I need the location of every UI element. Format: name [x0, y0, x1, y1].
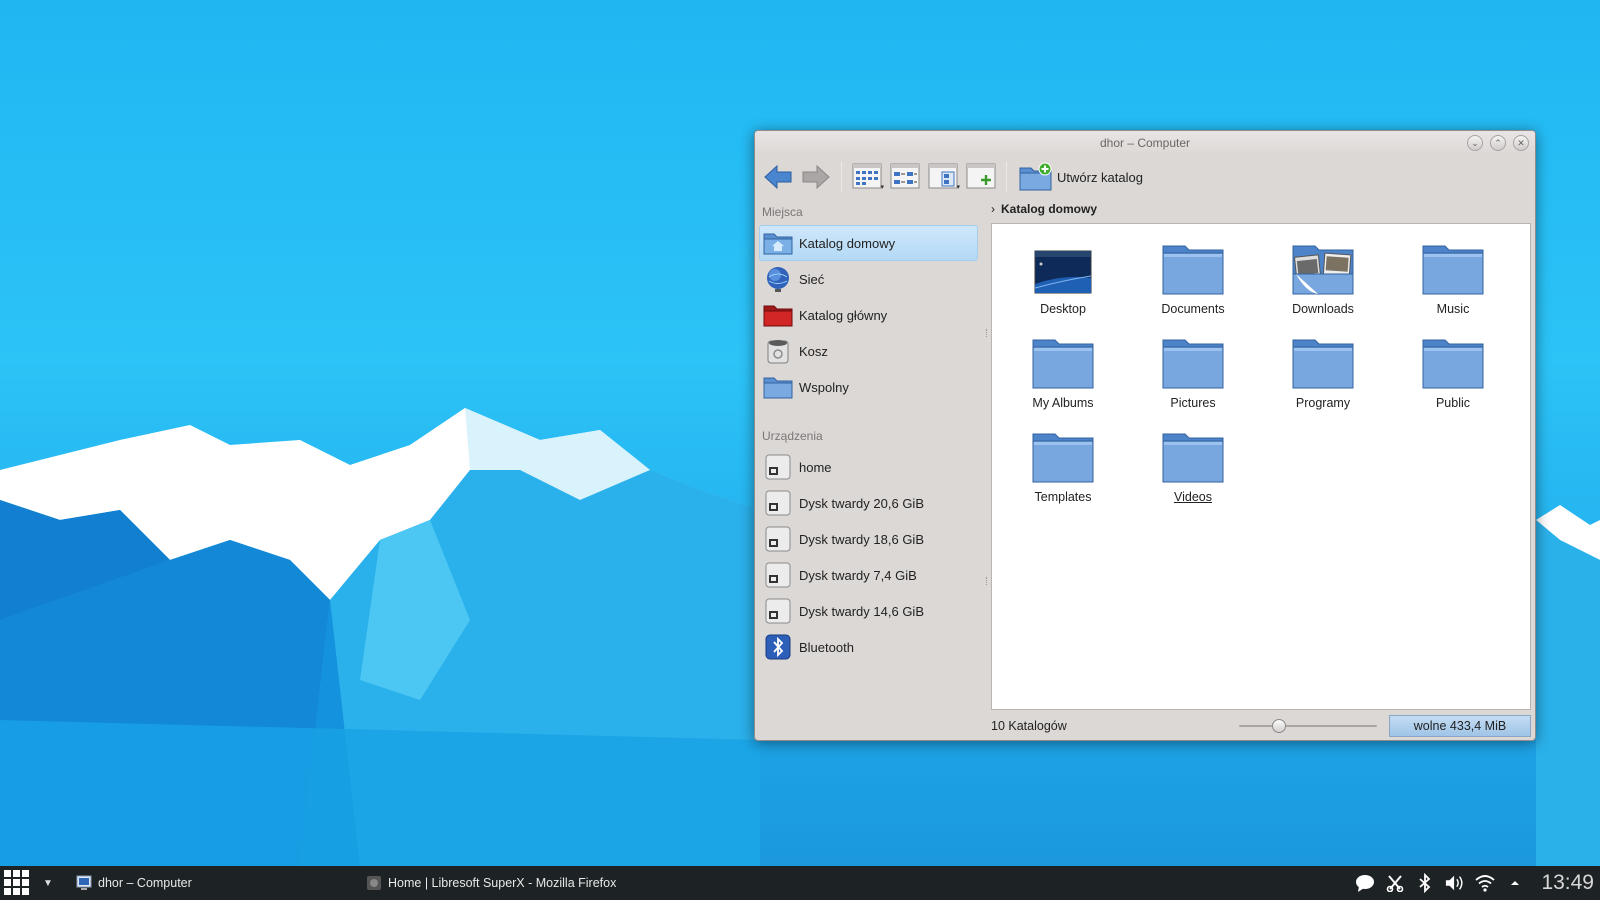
chevron-right-icon[interactable]: › [991, 202, 995, 216]
folder-icon [1291, 332, 1355, 390]
window-title: dhor – Computer [1099, 136, 1191, 150]
place-katalog-domowy[interactable]: Katalog domowy [759, 225, 978, 261]
device-home[interactable]: home [759, 449, 978, 485]
file-item-my-albums[interactable]: My Albums [998, 332, 1128, 426]
home-folder-icon [763, 228, 793, 258]
bluetooth-icon [763, 632, 793, 662]
window-titlebar[interactable]: dhor – Computer ⌄ ⌃ ✕ [755, 131, 1535, 155]
folder-icon [763, 372, 793, 402]
folder-icon [1161, 238, 1225, 296]
close-icon[interactable]: ✕ [1513, 135, 1529, 151]
file-item-desktop[interactable]: Desktop [998, 238, 1128, 332]
task-firefox[interactable]: Home | Libresoft SuperX - Mozilla Firefo… [366, 866, 616, 900]
folder-icon [1421, 332, 1485, 390]
place-wspolny[interactable]: Wspolny [759, 369, 978, 405]
desktop-folder-icon [1031, 238, 1095, 296]
clock[interactable]: 13:49 [1541, 871, 1594, 895]
network-globe-icon [763, 264, 793, 294]
tray-expand-icon[interactable] [1505, 873, 1525, 893]
file-item-downloads[interactable]: Downloads [1258, 238, 1388, 332]
file-item-videos[interactable]: Videos [1128, 426, 1258, 520]
folder-icon [1031, 332, 1095, 390]
app-launcher-button[interactable] [0, 866, 34, 900]
device-dysk-14-6[interactable]: Dysk twardy 14,6 GiB [759, 593, 978, 629]
panel-splitter[interactable] [986, 199, 989, 740]
toolbar-separator [1006, 162, 1007, 192]
place-katalog-glowny[interactable]: Katalog główny [759, 297, 978, 333]
view-details-button[interactable]: ▾ [924, 159, 962, 195]
file-item-public[interactable]: Public [1388, 332, 1518, 426]
hard-drive-icon [763, 488, 793, 518]
arrow-left-icon [764, 164, 792, 190]
place-kosz[interactable]: Kosz [759, 333, 978, 369]
view-compact-button[interactable] [886, 159, 924, 195]
chat-icon[interactable] [1355, 873, 1375, 893]
zoom-slider-handle[interactable] [1272, 719, 1286, 733]
bluetooth-icon[interactable] [1415, 873, 1435, 893]
wifi-icon[interactable] [1475, 873, 1496, 893]
file-item-programy[interactable]: Programy [1258, 332, 1388, 426]
free-space-indicator[interactable]: wolne 433,4 MiB [1389, 715, 1531, 737]
scissors-icon[interactable] [1385, 873, 1405, 893]
minimize-icon[interactable]: ⌄ [1467, 135, 1483, 151]
create-folder-button[interactable]: Utwórz katalog [1013, 159, 1149, 195]
status-count: 10 Katalogów [991, 719, 1067, 733]
places-panel: Miejsca Katalog domowy Sieć Katalog głów… [755, 199, 985, 740]
create-folder-label: Utwórz katalog [1057, 169, 1143, 185]
folder-icon [1031, 426, 1095, 484]
folder-icon [1161, 426, 1225, 484]
place-siec[interactable]: Sieć [759, 261, 978, 297]
zoom-slider-track [1239, 725, 1377, 727]
breadcrumb: › Katalog domowy [991, 199, 1097, 219]
hard-drive-icon [763, 452, 793, 482]
folder-icon [1161, 332, 1225, 390]
downloads-folder-icon [1291, 238, 1355, 296]
view-icons-icon [852, 163, 882, 189]
forward-button[interactable] [797, 159, 835, 195]
hard-drive-icon [763, 524, 793, 554]
trash-icon [763, 336, 793, 366]
file-view[interactable]: Desktop Documents Downloads Music My Alb… [991, 223, 1531, 710]
folder-icon [1421, 238, 1485, 296]
maximize-icon[interactable]: ⌃ [1490, 135, 1506, 151]
places-section-title: Miejsca [762, 205, 803, 219]
device-dysk-7-4[interactable]: Dysk twardy 7,4 GiB [759, 557, 978, 593]
file-item-documents[interactable]: Documents [1128, 238, 1258, 332]
toolbar: ▾ ▾ Utwórz katalog [755, 155, 1535, 199]
device-dysk-18-6[interactable]: Dysk twardy 18,6 GiB [759, 521, 978, 557]
app-grid-icon [4, 870, 29, 895]
file-manager-icon [76, 875, 92, 890]
new-tab-icon [966, 163, 996, 189]
new-folder-icon [1019, 162, 1052, 191]
hard-drive-icon [763, 596, 793, 626]
back-button[interactable] [759, 159, 797, 195]
view-details-icon [928, 163, 958, 189]
task-file-manager[interactable]: dhor – Computer [76, 866, 366, 900]
device-dysk-20-6[interactable]: Dysk twardy 20,6 GiB [759, 485, 978, 521]
device-bluetooth[interactable]: Bluetooth [759, 629, 978, 665]
file-item-music[interactable]: Music [1388, 238, 1518, 332]
file-item-templates[interactable]: Templates [998, 426, 1128, 520]
view-icons-button[interactable]: ▾ [848, 159, 886, 195]
toolbar-separator [841, 162, 842, 192]
firefox-icon [367, 876, 381, 890]
hard-drive-icon [763, 560, 793, 590]
zoom-slider[interactable] [1239, 719, 1377, 733]
breadcrumb-current[interactable]: Katalog domowy [1001, 202, 1097, 216]
file-item-pictures[interactable]: Pictures [1128, 332, 1258, 426]
new-tab-button[interactable] [962, 159, 1000, 195]
arrow-right-icon [802, 164, 830, 190]
file-manager-window: dhor – Computer ⌄ ⌃ ✕ ▾ ▾ Utwórz katalog… [754, 130, 1536, 741]
view-compact-icon [890, 163, 920, 189]
devices-section-title: Urządzenia [762, 429, 823, 443]
chevron-down-icon[interactable]: ▼ [34, 878, 62, 889]
system-tray: 13:49 [1355, 866, 1600, 900]
root-folder-icon [763, 300, 793, 330]
taskbar: ▼ dhor – Computer Home | Libresoft Super… [0, 866, 1600, 900]
volume-icon[interactable] [1445, 873, 1465, 893]
status-bar: 10 Katalogów wolne 433,4 MiB [991, 713, 1531, 739]
